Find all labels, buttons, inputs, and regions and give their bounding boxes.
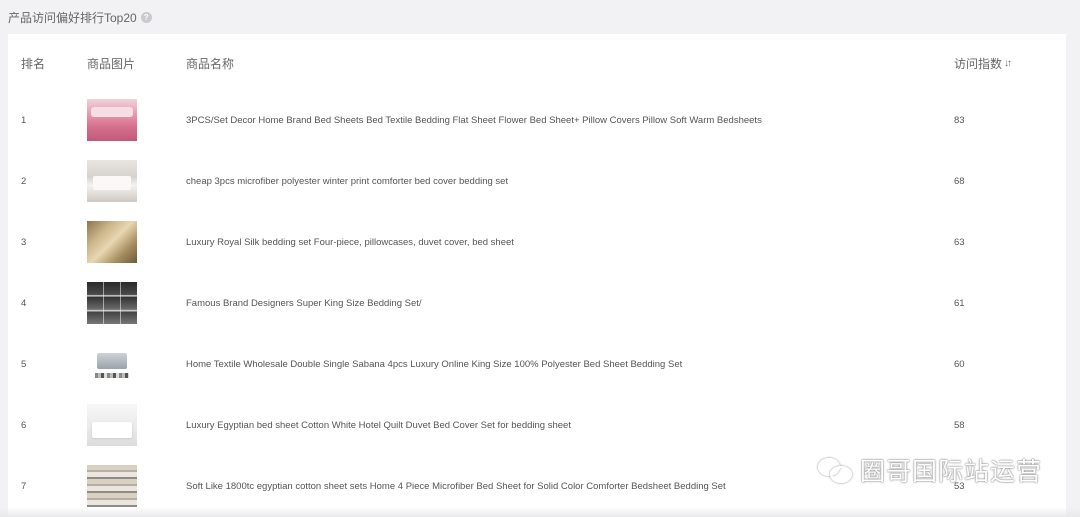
product-name[interactable]: Luxury Egyptian bed sheet Cotton White H… <box>186 420 571 431</box>
row-rank: 1 <box>21 115 27 126</box>
row-rank: 4 <box>21 298 27 309</box>
product-name[interactable]: Soft Like 1800tc egyptian cotton sheet s… <box>186 481 726 492</box>
header-image: 商品图片 <box>87 57 136 71</box>
ranking-table: 排名 商品图片 商品名称 访问指数 ↓↑ 1 3PCS/Set Decor Ho… <box>8 34 1066 517</box>
row-rank: 6 <box>21 420 27 431</box>
visit-index: 61 <box>954 298 965 309</box>
watermark-text: 圈哥国际站运营 <box>859 457 1042 486</box>
table-header: 排名 商品图片 商品名称 访问指数 ↓↑ <box>8 34 1066 90</box>
table-row[interactable]: 6 Luxury Egyptian bed sheet Cotton White… <box>8 395 1066 456</box>
stacked-sheets-image <box>87 465 137 507</box>
table-row[interactable]: 2 cheap 3pcs microfiber polyester winter… <box>8 151 1066 212</box>
product-name[interactable]: Famous Brand Designers Super King Size B… <box>186 298 422 309</box>
folded-sheets-image <box>87 343 137 385</box>
product-name[interactable]: cheap 3pcs microfiber polyester winter p… <box>186 176 508 187</box>
watermark: 圈哥国际站运营 <box>817 452 1042 488</box>
bottom-fade <box>0 507 1080 517</box>
visit-index: 60 <box>954 359 965 370</box>
header-rank: 排名 <box>21 57 46 71</box>
row-rank: 7 <box>21 481 27 492</box>
page-title-text: 产品访问偏好排行Top20 <box>8 11 137 25</box>
header-index[interactable]: 访问指数 ↓↑ <box>954 55 1012 72</box>
white-hotel-bed-image <box>87 404 137 446</box>
visit-index: 63 <box>954 237 965 248</box>
table-row[interactable]: 3 Luxury Royal Silk bedding set Four-pie… <box>8 212 1066 273</box>
product-thumbnail[interactable] <box>87 160 137 202</box>
white-bedroom-image <box>87 160 137 202</box>
product-thumbnail[interactable] <box>87 404 137 446</box>
product-name[interactable]: Home Textile Wholesale Double Single Sab… <box>186 359 682 370</box>
row-rank: 2 <box>21 176 27 187</box>
sort-icon[interactable]: ↓↑ <box>1004 58 1012 69</box>
page-title: 产品访问偏好排行Top20 ? <box>8 9 152 26</box>
table-row[interactable]: 4 Famous Brand Designers Super King Size… <box>8 273 1066 334</box>
visit-index: 83 <box>954 115 965 126</box>
product-thumbnail[interactable] <box>87 465 137 507</box>
product-thumbnail[interactable] <box>87 221 137 263</box>
header-name: 商品名称 <box>186 57 235 71</box>
table-row[interactable]: 1 3PCS/Set Decor Home Brand Bed Sheets B… <box>8 90 1066 151</box>
row-rank: 3 <box>21 237 27 248</box>
product-thumbnail[interactable] <box>87 282 137 324</box>
wechat-icon <box>817 456 854 484</box>
row-rank: 5 <box>21 359 27 370</box>
visit-index: 68 <box>954 176 965 187</box>
header-index-label: 访问指数 <box>954 57 1003 71</box>
silk-bedding-image <box>87 221 137 263</box>
help-icon[interactable]: ? <box>140 12 152 23</box>
bedding-collage-image <box>87 282 137 324</box>
product-name[interactable]: Luxury Royal Silk bedding set Four-piece… <box>186 237 514 248</box>
visit-index: 58 <box>954 420 965 431</box>
product-thumbnail[interactable] <box>87 99 137 141</box>
product-name[interactable]: 3PCS/Set Decor Home Brand Bed Sheets Bed… <box>186 115 762 126</box>
product-thumbnail[interactable] <box>87 343 137 385</box>
pink-bedding-image <box>87 99 137 141</box>
table-row[interactable]: 5 Home Textile Wholesale Double Single S… <box>8 334 1066 395</box>
